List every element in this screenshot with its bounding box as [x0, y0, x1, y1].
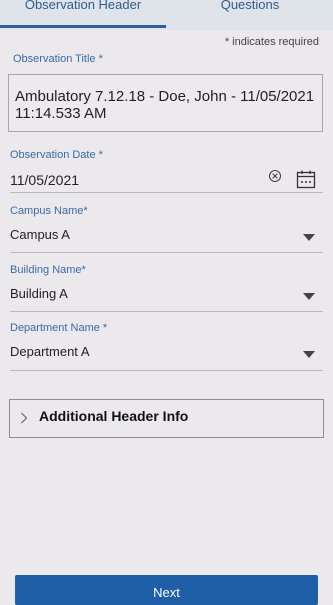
building-chevron-down-icon[interactable]	[303, 293, 315, 301]
next-button[interactable]: Next	[15, 575, 318, 605]
observation-date-underline	[10, 192, 323, 193]
campus-name-value[interactable]: Campus A	[10, 227, 70, 242]
observation-date-label: Observation Date *	[10, 149, 103, 161]
campus-chevron-down-icon[interactable]	[303, 234, 315, 242]
additional-header-info-label: Additional Header Info	[39, 408, 189, 424]
building-name-value[interactable]: Building A	[10, 286, 68, 301]
department-chevron-down-icon[interactable]	[303, 351, 315, 359]
department-name-value[interactable]: Department A	[10, 344, 90, 359]
clear-icon[interactable]	[268, 169, 282, 183]
department-underline	[10, 370, 323, 371]
building-underline	[10, 311, 323, 312]
calendar-icon[interactable]	[296, 170, 316, 189]
campus-name-label: Campus Name*	[10, 205, 88, 217]
chevron-right-icon	[21, 412, 28, 424]
observation-title-field[interactable]: Ambulatory 7.12.18 - Doe, John - 11/05/2…	[8, 74, 323, 132]
campus-underline	[10, 252, 323, 253]
tab-bar: Observation Header Questions	[0, 0, 333, 30]
required-note: * indicates required	[224, 36, 319, 48]
observation-title-value: Ambulatory 7.12.18 - Doe, John - 11/05/2…	[15, 88, 315, 122]
tab-observation-header[interactable]: Observation Header	[0, 0, 166, 27]
observation-title-label: Observation Title *	[13, 53, 103, 65]
observation-date-value[interactable]: 11/05/2021	[10, 172, 79, 188]
building-name-label: Building Name*	[10, 264, 86, 276]
next-button-label: Next	[153, 585, 180, 600]
additional-header-info-accordion[interactable]: Additional Header Info	[9, 399, 324, 438]
tab-questions[interactable]: Questions	[167, 0, 333, 27]
active-tab-indicator	[0, 25, 166, 28]
department-name-label: Department Name *	[10, 322, 108, 334]
